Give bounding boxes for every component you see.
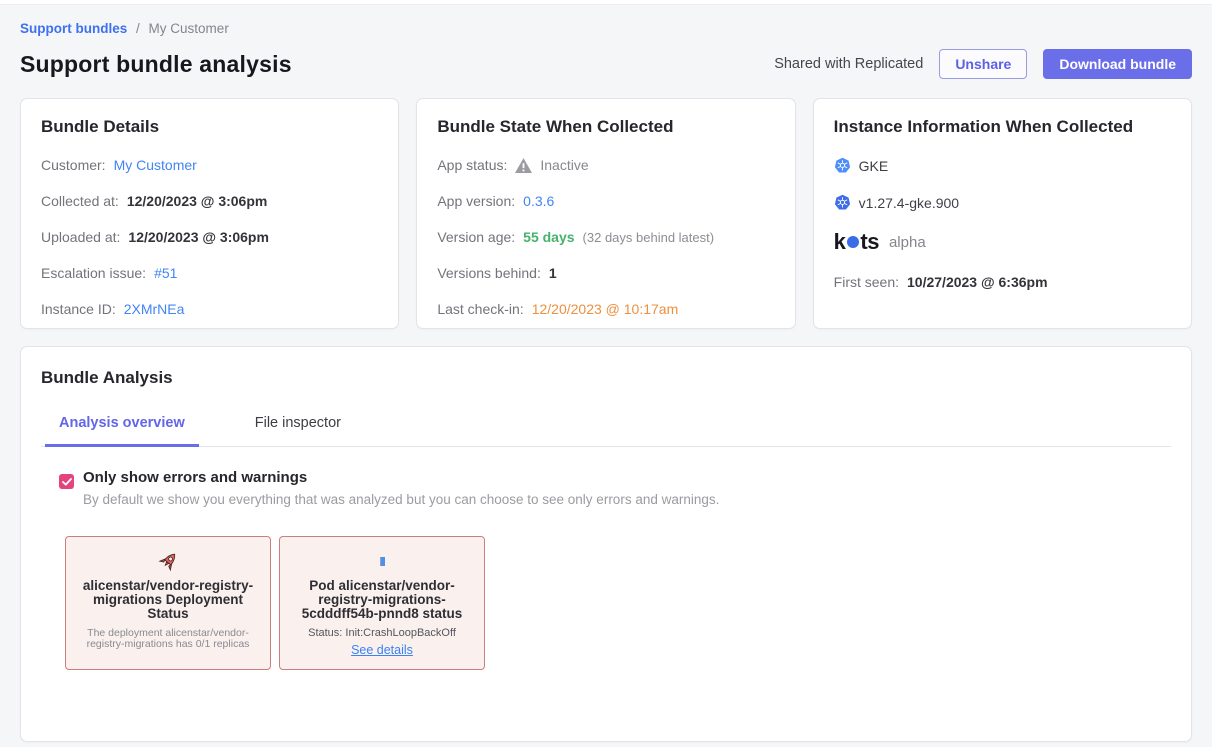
- pod-icon: [288, 549, 476, 573]
- collected-at-row: Collected at: 12/20/2023 @ 3:06pm: [41, 193, 378, 209]
- rocket-icon: [74, 549, 262, 573]
- bundle-state-card: Bundle State When Collected App status: …: [416, 98, 795, 329]
- escalation-issue-row: Escalation issue: #51: [41, 265, 378, 281]
- unshare-button[interactable]: Unshare: [939, 49, 1027, 79]
- shared-status-text: Shared with Replicated: [774, 56, 923, 72]
- app-status-label: App status:: [437, 157, 507, 173]
- app-status-value: Inactive: [540, 157, 588, 173]
- issues-row: alicenstar/vendor-registry-migrations De…: [41, 536, 1171, 670]
- instance-id-link[interactable]: 2XMrNEa: [124, 301, 185, 317]
- instance-id-label: Instance ID:: [41, 301, 116, 317]
- app-status-row: App status: Inactive: [437, 157, 774, 173]
- breadcrumb-current: My Customer: [149, 21, 229, 36]
- customer-label: Customer:: [41, 157, 106, 173]
- breadcrumb: Support bundles / My Customer: [20, 5, 1192, 36]
- collected-at-value: 12/20/2023 @ 3:06pm: [127, 193, 268, 209]
- first-seen-label: First seen:: [834, 274, 899, 290]
- filter-label[interactable]: Only show errors and warnings: [83, 469, 719, 486]
- instance-info-card: Instance Information When Collected GKE …: [813, 98, 1192, 329]
- page-header: Support bundle analysis Shared with Repl…: [20, 49, 1192, 79]
- version-age-label: Version age:: [437, 229, 515, 245]
- kots-logo-ts: ts: [860, 229, 879, 255]
- instance-info-title: Instance Information When Collected: [834, 117, 1171, 137]
- issue-card-pod-status[interactable]: Pod alicenstar/vendor-registry-migration…: [279, 536, 485, 670]
- version-age-note: (32 days behind latest): [583, 230, 715, 245]
- analysis-tabs: Analysis overview File inspector: [41, 415, 1171, 447]
- k8s-version-row: v1.27.4-gke.900: [834, 194, 1171, 211]
- distribution-row: GKE: [834, 157, 1171, 174]
- filter-row: Only show errors and warnings By default…: [41, 469, 1171, 507]
- breadcrumb-separator: /: [136, 21, 140, 36]
- kots-channel-label: alpha: [889, 234, 926, 251]
- app-version-label: App version:: [437, 193, 515, 209]
- first-seen-value: 10/27/2023 @ 6:36pm: [907, 274, 1048, 290]
- versions-behind-value: 1: [549, 265, 557, 281]
- last-checkin-label: Last check-in:: [437, 301, 523, 317]
- uploaded-at-row: Uploaded at: 12/20/2023 @ 3:06pm: [41, 229, 378, 245]
- version-age-value: 55 days: [523, 229, 574, 245]
- issue-card-deployment[interactable]: alicenstar/vendor-registry-migrations De…: [65, 536, 271, 670]
- versions-behind-label: Versions behind:: [437, 265, 541, 281]
- bundle-state-title: Bundle State When Collected: [437, 117, 774, 137]
- filter-description: By default we show you everything that w…: [83, 492, 719, 507]
- customer-row: Customer: My Customer: [41, 157, 378, 173]
- breadcrumb-link-support-bundles[interactable]: Support bundles: [20, 21, 127, 36]
- download-bundle-button[interactable]: Download bundle: [1043, 49, 1192, 79]
- issue-title: alicenstar/vendor-registry-migrations De…: [74, 579, 262, 621]
- kots-logo-k: k: [834, 229, 846, 255]
- first-seen-row: First seen: 10/27/2023 @ 6:36pm: [834, 274, 1171, 290]
- app-version-row: App version: 0.3.6: [437, 193, 774, 209]
- tab-analysis-overview[interactable]: Analysis overview: [45, 415, 199, 447]
- uploaded-at-label: Uploaded at:: [41, 229, 120, 245]
- kots-logo-o-dot-icon: [847, 236, 859, 248]
- page-title: Support bundle analysis: [20, 51, 292, 78]
- warning-icon: [515, 158, 532, 173]
- issue-description: The deployment alicenstar/vendor-registr…: [74, 628, 262, 649]
- kots-logo: kts: [834, 229, 879, 255]
- bundle-details-card: Bundle Details Customer: My Customer Col…: [20, 98, 399, 329]
- issue-status: Status: Init:CrashLoopBackOff: [288, 627, 476, 639]
- bundle-analysis-card: Bundle Analysis Analysis overview File i…: [20, 346, 1192, 742]
- filter-text: Only show errors and warnings By default…: [83, 469, 719, 507]
- bundle-analysis-title: Bundle Analysis: [41, 368, 1171, 388]
- distribution-value: GKE: [859, 158, 889, 174]
- version-age-row: Version age: 55 days (32 days behind lat…: [437, 229, 774, 245]
- escalation-issue-link[interactable]: #51: [154, 265, 177, 281]
- gke-kubernetes-icon: [834, 157, 851, 174]
- k8s-version-value: v1.27.4-gke.900: [859, 195, 959, 211]
- uploaded-at-value: 12/20/2023 @ 3:06pm: [128, 229, 269, 245]
- escalation-issue-label: Escalation issue:: [41, 265, 146, 281]
- only-errors-checkbox[interactable]: [59, 474, 74, 489]
- issue-title: Pod alicenstar/vendor-registry-migration…: [288, 579, 476, 621]
- page: Support bundles / My Customer Support bu…: [0, 5, 1212, 742]
- kubernetes-version-icon: [834, 194, 851, 211]
- versions-behind-row: Versions behind: 1: [437, 265, 774, 281]
- header-actions: Shared with Replicated Unshare Download …: [774, 49, 1192, 79]
- last-checkin-value: 12/20/2023 @ 10:17am: [532, 301, 679, 317]
- instance-id-row: Instance ID: 2XMrNEa: [41, 301, 378, 317]
- tab-file-inspector[interactable]: File inspector: [241, 415, 355, 446]
- see-details-link[interactable]: See details: [351, 643, 413, 657]
- collected-at-label: Collected at:: [41, 193, 119, 209]
- bundle-details-title: Bundle Details: [41, 117, 378, 137]
- info-cards-row: Bundle Details Customer: My Customer Col…: [20, 98, 1192, 329]
- last-checkin-row: Last check-in: 12/20/2023 @ 10:17am: [437, 301, 774, 317]
- customer-link[interactable]: My Customer: [114, 157, 197, 173]
- kots-row: kts alpha: [834, 229, 1171, 255]
- app-version-link[interactable]: 0.3.6: [523, 193, 554, 209]
